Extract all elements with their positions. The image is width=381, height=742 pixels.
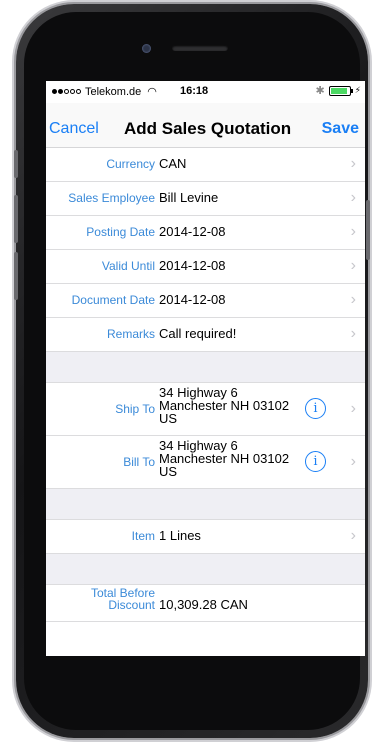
item-value: 1 Lines: [159, 528, 201, 543]
remarks-label: Remarks: [106, 327, 155, 341]
valid-until-row[interactable]: Valid Until 2014-12-08 ›: [46, 250, 365, 284]
ship-to-row[interactable]: Ship To 34 Highway 6 Manchester NH 03102…: [46, 383, 365, 436]
cancel-button[interactable]: Cancel: [49, 120, 99, 138]
bill-to-line2: Manchester NH 03102: [159, 451, 290, 466]
earpiece-speaker: [172, 45, 228, 51]
charging-icon: ⚡: [354, 85, 361, 95]
document-date-row[interactable]: Document Date 2014-12-08 ›: [46, 284, 365, 318]
sales-employee-label: Sales Employee: [68, 191, 155, 205]
currency-row[interactable]: Currency CAN ›: [46, 148, 365, 182]
chevron-right-icon: ›: [350, 223, 356, 240]
bill-to-label: Bill To: [123, 455, 155, 469]
status-bar-right: ✱ ⚡: [315, 84, 361, 97]
bill-to-address: 34 Highway 6 Manchester NH 03102 US: [159, 439, 289, 478]
ship-to-line2: Manchester NH 03102: [159, 398, 290, 413]
posting-date-row[interactable]: Posting Date 2014-12-08 ›: [46, 216, 365, 250]
chevron-right-icon: ›: [350, 291, 356, 308]
status-bar-left: Telekom.de ◠: [52, 85, 157, 98]
quotation-form: Currency CAN › Sales Employee Bill Levin…: [46, 148, 365, 622]
bill-to-row[interactable]: Bill To 34 Highway 6 Manchester NH 03102…: [46, 436, 365, 489]
remarks-row[interactable]: Remarks Call required! ›: [46, 318, 365, 352]
total-before-discount-row: Total Before Discount 10,309.28 CAN: [46, 585, 365, 622]
valid-until-label: Valid Until: [101, 259, 155, 273]
currency-label: Currency: [106, 157, 155, 171]
chevron-right-icon: ›: [350, 527, 356, 544]
document-date-label: Document Date: [71, 293, 155, 307]
chevron-right-icon: ›: [350, 400, 356, 417]
chevron-right-icon: ›: [350, 189, 356, 206]
chevron-right-icon: ›: [350, 257, 356, 274]
posting-date-label: Posting Date: [86, 225, 155, 239]
total-before-discount-value: 10,309.28 CAN: [159, 597, 248, 612]
remarks-value: Call required!: [159, 326, 237, 341]
chevron-right-icon: ›: [350, 453, 356, 470]
wifi-icon: ◠: [147, 86, 157, 98]
app-screen: Telekom.de ◠ 16:18 ✱ ⚡ Cancel Add Sales …: [46, 81, 365, 656]
ship-to-line3: US: [159, 411, 178, 426]
sales-employee-value: Bill Levine: [159, 190, 219, 205]
document-date-value: 2014-12-08: [159, 292, 226, 307]
front-camera: [142, 44, 151, 53]
currency-value: CAN: [159, 156, 187, 171]
item-label: Item: [131, 529, 155, 543]
section-divider: [46, 554, 365, 585]
status-time: 16:18: [180, 85, 209, 97]
page-title: Add Sales Quotation: [124, 119, 292, 138]
chevron-right-icon: ›: [350, 155, 356, 172]
info-icon[interactable]: i: [305, 451, 326, 472]
bluetooth-icon: ✱: [315, 85, 325, 97]
navigation-bar: Cancel Add Sales Quotation Save: [46, 103, 365, 148]
carrier-name: Telekom.de: [85, 85, 142, 98]
status-bar: Telekom.de ◠ 16:18 ✱ ⚡: [46, 81, 365, 103]
valid-until-value: 2014-12-08: [159, 258, 226, 273]
total-label-line2: Discount: [108, 598, 155, 612]
save-button[interactable]: Save: [322, 120, 359, 138]
signal-strength-icon: [52, 89, 81, 94]
power-button: [366, 200, 370, 260]
chevron-right-icon: ›: [350, 325, 356, 342]
total-before-discount-label: Total Before Discount: [91, 587, 155, 611]
volume-down-button: [14, 252, 18, 300]
ship-to-label: Ship To: [115, 402, 155, 416]
ship-to-address: 34 Highway 6 Manchester NH 03102 US: [159, 386, 289, 425]
home-button-area[interactable]: [30, 660, 350, 720]
volume-up-button: [14, 195, 18, 243]
section-divider: [46, 352, 365, 383]
sales-employee-row[interactable]: Sales Employee Bill Levine ›: [46, 182, 365, 216]
item-row[interactable]: Item 1 Lines ›: [46, 520, 365, 554]
section-divider: [46, 489, 365, 520]
posting-date-value: 2014-12-08: [159, 224, 226, 239]
info-icon[interactable]: i: [305, 398, 326, 419]
bill-to-line3: US: [159, 464, 178, 479]
mute-switch: [14, 150, 18, 178]
battery-icon: [328, 85, 353, 96]
